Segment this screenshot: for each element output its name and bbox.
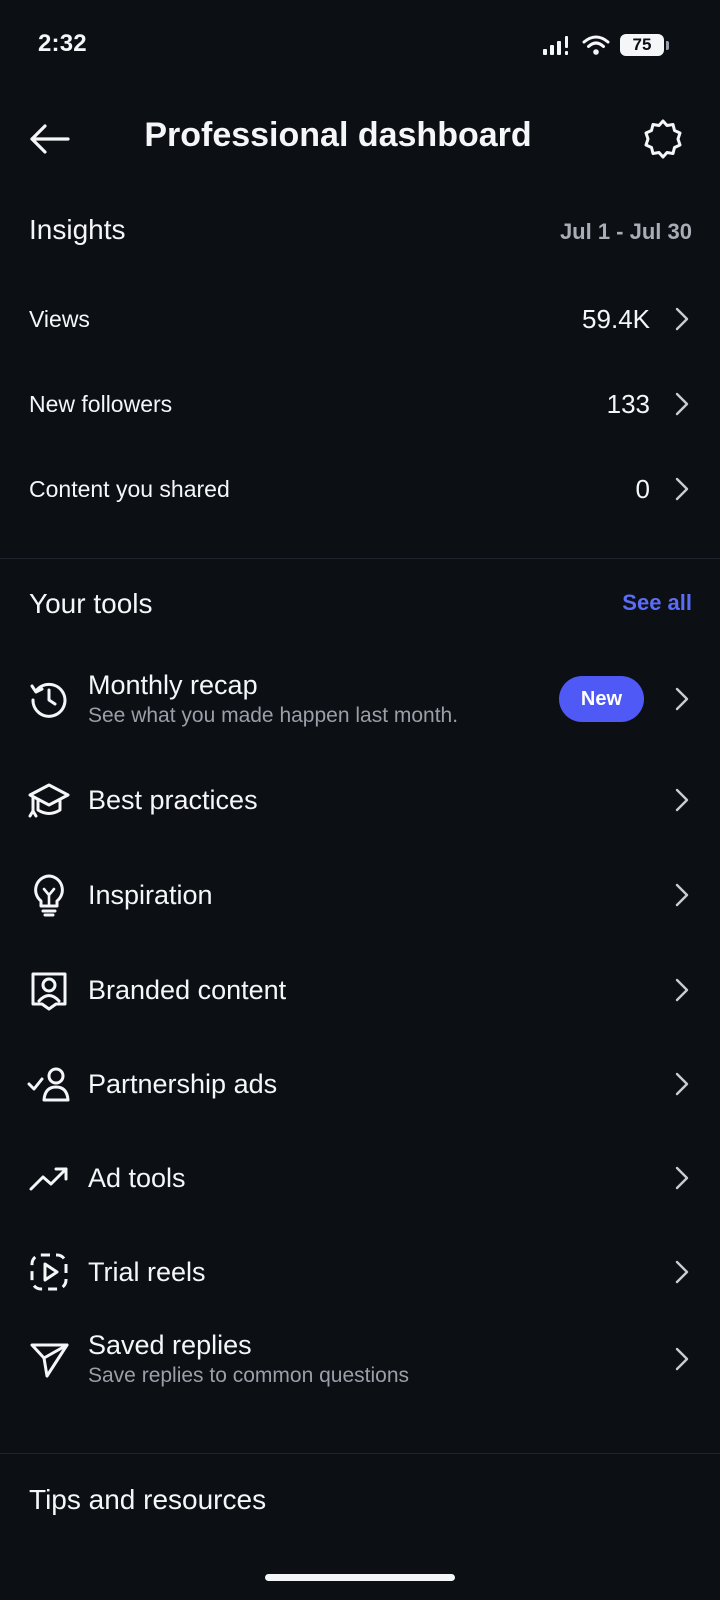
tool-label: Monthly recap	[88, 670, 258, 700]
chevron-right-icon	[672, 307, 692, 331]
tool-trial-reels[interactable]: Trial reels	[0, 1242, 720, 1302]
tool-label: Saved replies	[88, 1330, 252, 1360]
insight-label: Views	[29, 305, 90, 332]
home-indicator[interactable]	[265, 1574, 455, 1581]
insight-label: Content you shared	[29, 475, 230, 502]
insight-value: 133	[606, 388, 650, 419]
trial-reels-icon	[26, 1249, 72, 1295]
settings-button[interactable]	[636, 112, 690, 166]
chevron-right-icon	[672, 392, 692, 416]
history-icon	[26, 676, 72, 722]
tool-label: Branded content	[88, 975, 287, 1005]
tool-label: Inspiration	[88, 880, 213, 910]
insight-row-content-shared[interactable]: Content you shared 0	[0, 447, 720, 531]
battery-level: 75	[620, 34, 664, 56]
tool-label: Best practices	[88, 785, 258, 815]
wifi-icon	[582, 35, 610, 55]
tool-best-practices[interactable]: Best practices	[0, 770, 720, 830]
trending-up-icon	[26, 1155, 72, 1201]
gear-icon	[644, 119, 682, 159]
branded-content-icon	[26, 967, 72, 1013]
new-badge: New	[558, 676, 644, 722]
chevron-right-icon	[672, 1072, 692, 1096]
tool-ad-tools[interactable]: Ad tools	[0, 1148, 720, 1208]
insight-row-views[interactable]: Views 59.4K	[0, 277, 720, 361]
send-icon	[26, 1336, 72, 1382]
insight-value: 59.4K	[582, 303, 650, 334]
insight-value: 0	[635, 473, 650, 504]
tool-monthly-recap[interactable]: Monthly recap See what you made happen l…	[0, 662, 720, 736]
tips-title: Tips and resources	[29, 1484, 267, 1515]
chevron-right-icon	[672, 477, 692, 501]
tool-branded-content[interactable]: Branded content	[0, 960, 720, 1020]
insights-title: Insights	[29, 214, 126, 245]
tool-label: Trial reels	[88, 1257, 206, 1287]
insight-row-new-followers[interactable]: New followers 133	[0, 362, 720, 446]
date-range[interactable]: Jul 1 - Jul 30	[560, 219, 692, 245]
tool-inspiration[interactable]: Inspiration	[0, 865, 720, 925]
partnership-icon	[26, 1061, 72, 1107]
section-divider	[0, 558, 720, 559]
section-divider	[0, 1453, 720, 1454]
battery-indicator: 75	[620, 32, 670, 58]
tool-label: Ad tools	[88, 1163, 186, 1193]
tool-label: Partnership ads	[88, 1069, 278, 1099]
chevron-right-icon	[672, 1260, 692, 1284]
status-time: 2:32	[38, 30, 87, 57]
see-all-link[interactable]: See all	[622, 590, 692, 616]
tool-partnership-ads[interactable]: Partnership ads	[0, 1054, 720, 1114]
tools-title: Your tools	[29, 588, 153, 619]
chevron-right-icon	[672, 1347, 692, 1371]
graduation-cap-icon	[26, 777, 72, 823]
tool-subtitle: See what you made happen last month.	[88, 704, 459, 727]
chevron-right-icon	[672, 883, 692, 907]
chevron-right-icon	[672, 1166, 692, 1190]
chevron-right-icon	[672, 687, 692, 711]
status-icons: 75	[542, 30, 670, 60]
insight-label: New followers	[29, 390, 173, 417]
tool-subtitle: Save replies to common questions	[88, 1364, 409, 1387]
tool-saved-replies[interactable]: Saved replies Save replies to common que…	[0, 1322, 720, 1396]
chevron-right-icon	[672, 978, 692, 1002]
signal-icon	[543, 36, 568, 55]
lightbulb-icon	[26, 872, 72, 918]
page-title: Professional dashboard	[144, 116, 532, 154]
chevron-right-icon	[672, 788, 692, 812]
